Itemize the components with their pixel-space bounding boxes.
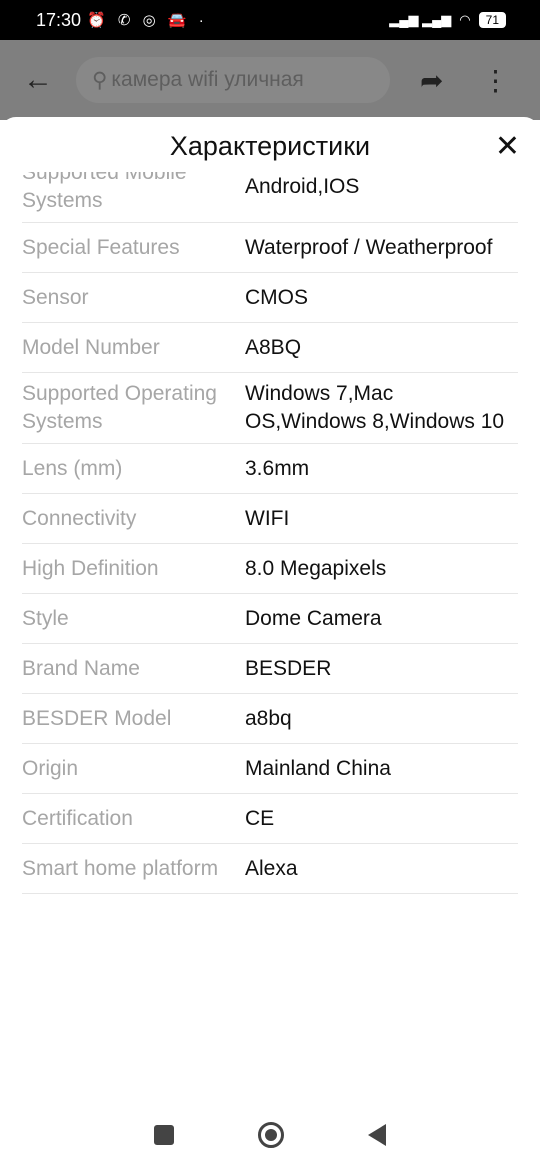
spec-value: Windows 7,Mac OS,Windows 8,Windows 10 bbox=[245, 382, 505, 433]
spec-value: Waterproof / Weatherproof bbox=[245, 235, 493, 259]
spec-value: WIFI bbox=[245, 506, 290, 530]
spec-row: Sensor CMOS bbox=[22, 273, 518, 323]
spec-row: Special Features Waterproof / Weatherproo… bbox=[22, 223, 518, 273]
spec-value: 8.0 Megapixels bbox=[245, 556, 387, 580]
clock: 17:30 bbox=[36, 9, 82, 30]
status-bar: 17:30 ⏰ ✆ ◎ 🚘 · ▂▄▆ ▂▄▆ ◠ 71 bbox=[0, 0, 540, 40]
spec-row: Supported Mobile Systems Android,IOS bbox=[22, 172, 518, 223]
spec-label: Style bbox=[22, 606, 69, 630]
spec-value: CE bbox=[245, 806, 275, 830]
spec-value: Android,IOS bbox=[245, 175, 360, 198]
spec-row: Connectivity WIFI bbox=[22, 494, 518, 544]
spec-row: Brand Name BESDER bbox=[22, 644, 518, 694]
spec-value: CMOS bbox=[245, 285, 308, 309]
spec-row: High Definition 8.0 Megapixels bbox=[22, 544, 518, 594]
spec-row: Model Number A8BQ bbox=[22, 323, 518, 373]
spec-label: Supported Mobile Systems bbox=[22, 172, 187, 212]
battery-icon: 71 bbox=[478, 12, 506, 28]
close-icon[interactable]: ✕ bbox=[495, 129, 520, 164]
spec-label: Brand Name bbox=[22, 656, 140, 680]
back-button[interactable] bbox=[368, 1124, 386, 1146]
home-button[interactable] bbox=[258, 1122, 284, 1148]
spec-value: A8BQ bbox=[245, 335, 302, 359]
app-bar: ← ⚲ камера wifi уличная ➦ ⋮ bbox=[0, 40, 540, 120]
spec-row: Style Dome Camera bbox=[22, 594, 518, 644]
spec-value: BESDER bbox=[245, 656, 332, 680]
spec-row: BESDER Model a8bq bbox=[22, 694, 518, 744]
spec-label: Model Number bbox=[22, 335, 160, 359]
spec-label: Supported Operating Systems bbox=[22, 382, 217, 433]
spec-label: Sensor bbox=[22, 285, 89, 309]
specs-list[interactable]: Supported Mobile Systems Android,IOS Speci… bbox=[0, 172, 540, 1052]
spec-label: Smart home platform bbox=[22, 856, 219, 880]
spec-label: Connectivity bbox=[22, 506, 137, 530]
spec-row: Certification CE bbox=[22, 794, 518, 844]
back-arrow-icon[interactable]: ← bbox=[0, 63, 76, 97]
search-input[interactable]: ⚲ камера wifi уличная bbox=[76, 57, 390, 103]
spec-row: Smart home platform Alexa bbox=[22, 844, 518, 894]
wifi-icon: ◠ bbox=[459, 12, 471, 27]
spec-label: Special Features bbox=[22, 235, 180, 259]
spec-value: 3.6mm bbox=[245, 456, 310, 480]
sheet-title: Характеристики bbox=[169, 131, 371, 161]
spec-value: Dome Camera bbox=[245, 606, 382, 630]
search-placeholder: камера wifi уличная bbox=[111, 68, 304, 91]
share-icon[interactable]: ➦ bbox=[420, 64, 443, 97]
system-nav-bar bbox=[0, 1100, 540, 1170]
spec-row: Lens (mm) 3.6mm bbox=[22, 444, 518, 494]
spec-value: a8bq bbox=[245, 706, 292, 730]
spec-row: Supported Operating Systems Windows 7,Mac… bbox=[22, 373, 518, 444]
spec-label: BESDER Model bbox=[22, 706, 172, 730]
spec-label: Origin bbox=[22, 756, 79, 780]
spec-label: Lens (mm) bbox=[22, 456, 123, 480]
spec-label: Certification bbox=[22, 806, 133, 830]
more-icon[interactable]: ⋮ bbox=[481, 64, 509, 97]
search-icon: ⚲ bbox=[92, 68, 108, 92]
spec-value: Mainland China bbox=[245, 756, 391, 780]
spec-label: High Definition bbox=[22, 556, 159, 580]
recents-button[interactable] bbox=[154, 1125, 174, 1145]
spec-row: Origin Mainland China bbox=[22, 744, 518, 794]
specs-sheet: Характеристики ✕ Supported Mobile System… bbox=[0, 117, 540, 1170]
notification-icons: ⏰ ✆ ◎ 🚘 · bbox=[87, 12, 208, 29]
spec-value: Alexa bbox=[245, 856, 298, 880]
signal-icon: ▂▄▆ ▂▄▆ bbox=[389, 12, 452, 27]
